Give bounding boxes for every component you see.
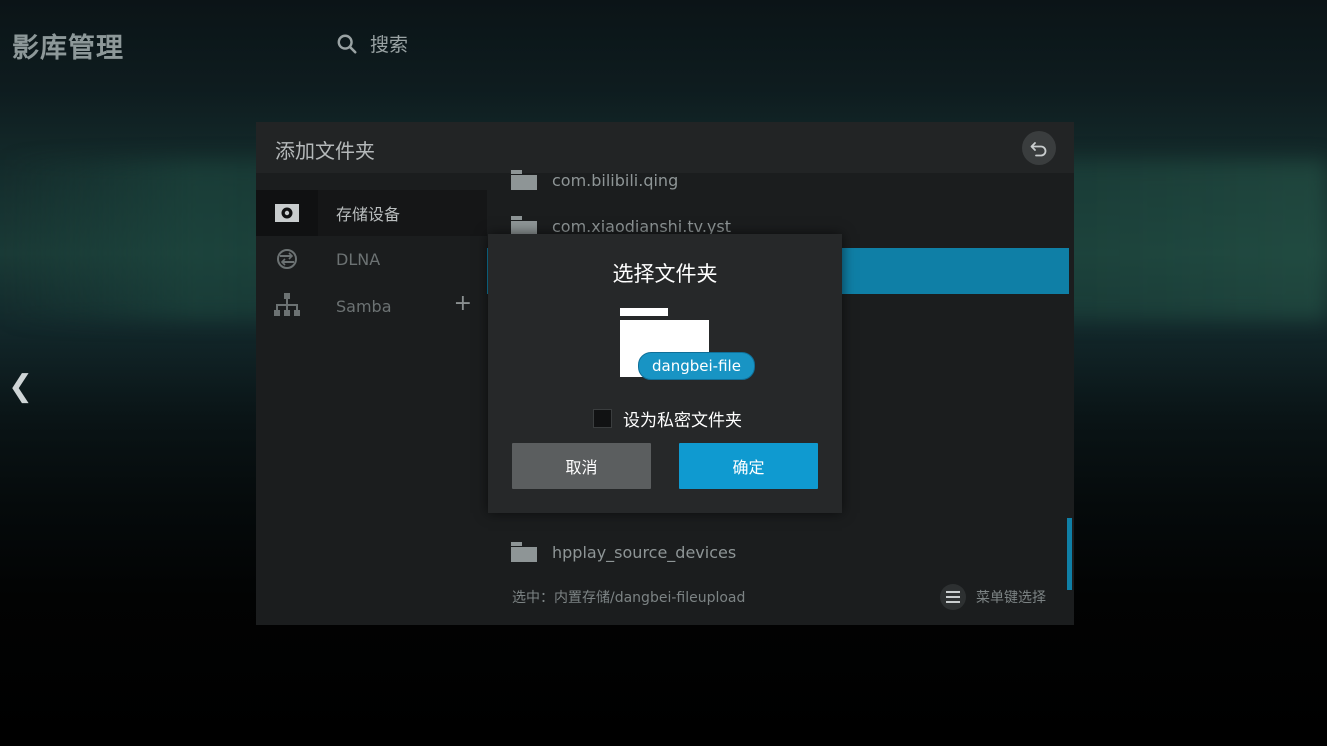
dialog-title: 选择文件夹: [612, 262, 718, 286]
search-icon: [337, 34, 357, 54]
folder-name: com.bilibili.qing: [552, 170, 679, 190]
menu-key-hint: 菜单键选择: [940, 584, 1046, 610]
scrollbar[interactable]: [1067, 518, 1072, 590]
storage-device-icon: [275, 204, 299, 222]
folder-name: hpplay_source_devices: [552, 542, 737, 562]
private-folder-checkbox[interactable]: [593, 409, 612, 428]
network-tree-icon: [274, 293, 300, 316]
panel-title: 添加文件夹: [275, 139, 375, 163]
confirm-button[interactable]: 确定: [679, 443, 818, 489]
sidebar-item-label: DLNA: [336, 249, 381, 269]
cancel-button[interactable]: 取消: [512, 443, 651, 489]
sidebar-item-dlna[interactable]: DLNA: [256, 236, 487, 282]
add-samba-button[interactable]: +: [454, 291, 472, 316]
sidebar-item-label: 存储设备: [336, 205, 401, 224]
sidebar-item-samba[interactable]: Samba +: [256, 283, 487, 329]
search-bar[interactable]: 搜索: [336, 30, 408, 57]
search-label: 搜索: [370, 34, 409, 56]
sidebar-item-label: Samba: [336, 296, 392, 316]
dlna-icon: [277, 249, 297, 269]
app-title: 影库管理: [12, 33, 124, 64]
back-arrow-icon: [1030, 142, 1047, 157]
folder-name: com.xiaodianshi.tv.yst: [552, 216, 731, 236]
folder-icon: [511, 216, 537, 236]
list-item[interactable]: hpplay_source_devices: [487, 529, 1069, 575]
sidebar-item-storage[interactable]: 存储设备: [256, 190, 487, 236]
select-folder-dialog: 选择文件夹 dangbei-file 设为私密文件夹 取消 确定: [488, 234, 842, 513]
chevron-left-icon[interactable]: ❮: [8, 372, 33, 402]
folder-icon: [511, 170, 537, 190]
folder-icon: [511, 542, 537, 562]
private-folder-option[interactable]: 设为私密文件夹: [593, 406, 742, 431]
private-folder-label: 设为私密文件夹: [623, 411, 742, 431]
selection-status: 选中：内置存储/dangbei-fileupload: [512, 590, 746, 606]
menu-hint-label: 菜单键选择: [976, 590, 1046, 606]
list-item[interactable]: com.bilibili.qing: [487, 157, 1069, 203]
menu-icon: [940, 584, 966, 610]
source-sidebar: 存储设备 DLNA Samba +: [256, 173, 487, 625]
folder-name-badge: dangbei-file: [638, 352, 755, 380]
